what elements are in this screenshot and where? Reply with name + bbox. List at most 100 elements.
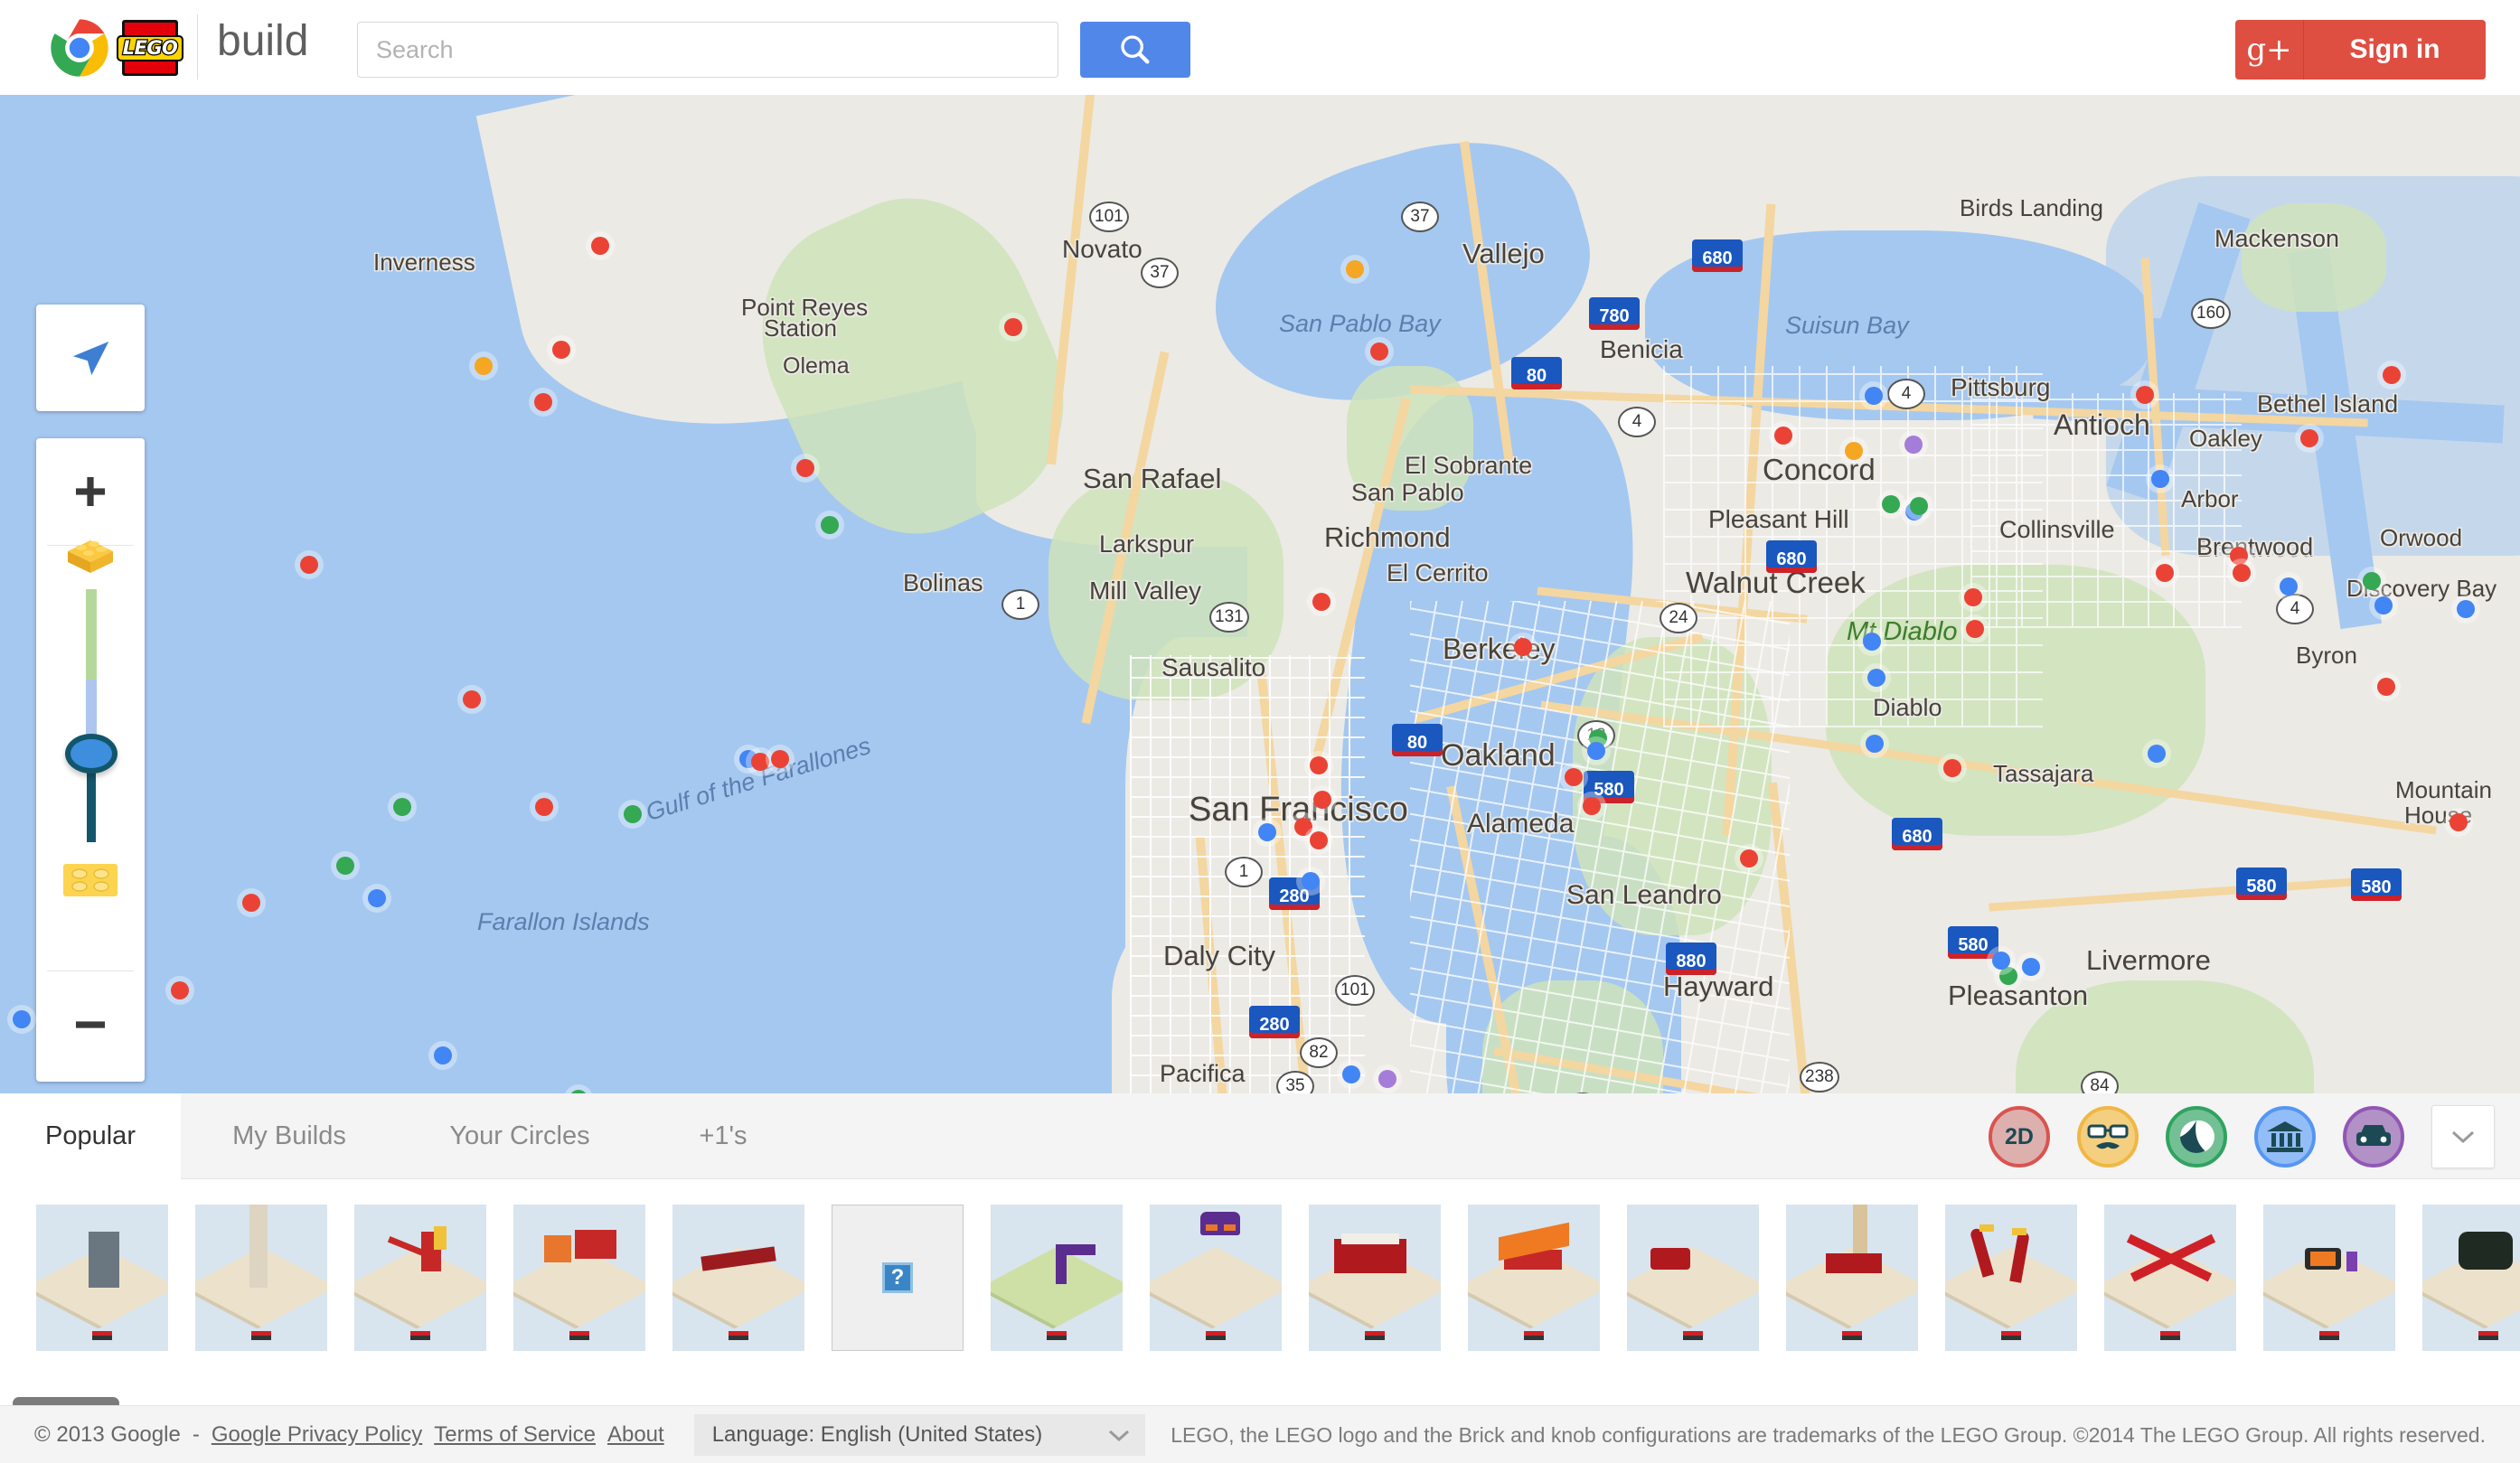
build-thumbnail[interactable]: [1945, 1205, 2077, 1351]
build-thumbnail[interactable]: [354, 1205, 486, 1351]
build-marker[interactable]: [2377, 678, 2395, 696]
build-marker[interactable]: [1587, 742, 1605, 760]
build-marker[interactable]: [2148, 745, 2166, 763]
build-thumbnail[interactable]: [1150, 1205, 1282, 1351]
build-marker[interactable]: [1865, 387, 1883, 405]
build-marker[interactable]: [368, 889, 386, 907]
build-marker[interactable]: [1943, 759, 1961, 777]
build-marker[interactable]: [1904, 436, 1923, 454]
build-marker[interactable]: [1310, 831, 1328, 849]
build-thumbnail[interactable]: [2104, 1205, 2236, 1351]
build-marker[interactable]: [1342, 1065, 1360, 1083]
build-marker[interactable]: [1004, 318, 1022, 336]
map-canvas[interactable]: Inverness Novato Point Reyes Station Olema Va…: [0, 95, 2520, 1093]
build-marker[interactable]: [1910, 497, 1928, 515]
build-marker[interactable]: [242, 894, 260, 912]
sign-in-button[interactable]: g+ Sign in: [2235, 20, 2486, 80]
locate-me-button[interactable]: [36, 305, 145, 411]
build-marker[interactable]: [1346, 260, 1364, 278]
terms-of-service-link[interactable]: Terms of Service: [434, 1422, 596, 1448]
tab-your-circles[interactable]: Your Circles: [398, 1093, 642, 1179]
build-marker[interactable]: [1966, 620, 1984, 638]
search-button[interactable]: [1080, 22, 1190, 78]
build-marker[interactable]: [2280, 577, 2298, 596]
build-marker[interactable]: [2156, 564, 2174, 582]
build-marker[interactable]: [534, 393, 552, 411]
build-marker[interactable]: [1863, 633, 1881, 651]
build-thumbnail[interactable]: [991, 1205, 1123, 1351]
build-marker[interactable]: [1294, 818, 1312, 836]
build-marker[interactable]: [591, 237, 609, 255]
vehicle-badge[interactable]: [2343, 1106, 2404, 1168]
build-thumbnail[interactable]: [1468, 1205, 1600, 1351]
2d-badge[interactable]: 2D: [1989, 1106, 2050, 1168]
build-marker[interactable]: [1867, 669, 1885, 687]
build-thumbnail[interactable]: [1786, 1205, 1918, 1351]
build-marker[interactable]: [2230, 547, 2248, 565]
search-input[interactable]: [357, 22, 1058, 78]
build-marker[interactable]: [2449, 813, 2468, 831]
build-thumbnail[interactable]: ?: [832, 1205, 964, 1351]
expand-categories-button[interactable]: [2431, 1105, 2495, 1168]
build-marker[interactable]: [1999, 967, 2017, 985]
privacy-policy-link[interactable]: Google Privacy Policy: [212, 1422, 422, 1448]
build-marker[interactable]: [2383, 366, 2401, 384]
builds-thumbnail-strip[interactable]: ?: [0, 1179, 2520, 1392]
slider-handle[interactable]: [65, 734, 118, 774]
people-badge[interactable]: [2077, 1106, 2139, 1168]
build-marker[interactable]: [1845, 442, 1863, 460]
build-marker[interactable]: [1370, 342, 1388, 361]
build-marker[interactable]: [2233, 564, 2251, 582]
detail-level-slider[interactable]: [36, 540, 145, 971]
leisure-badge[interactable]: [2166, 1106, 2227, 1168]
build-marker[interactable]: [2136, 386, 2154, 404]
build-marker[interactable]: [463, 690, 481, 708]
build-thumbnail[interactable]: [195, 1205, 327, 1351]
build-marker[interactable]: [300, 556, 318, 574]
build-marker[interactable]: [336, 857, 354, 875]
build-thumbnail[interactable]: [513, 1205, 645, 1351]
build-marker[interactable]: [2363, 572, 2381, 590]
build-marker[interactable]: [393, 798, 411, 816]
build-marker[interactable]: [821, 516, 839, 534]
build-thumbnail[interactable]: [2263, 1205, 2395, 1351]
build-marker[interactable]: [1583, 797, 1601, 815]
build-marker[interactable]: [2022, 958, 2040, 976]
build-marker[interactable]: [2151, 470, 2169, 488]
build-marker[interactable]: [1514, 638, 1532, 656]
build-marker[interactable]: [475, 357, 493, 375]
build-marker[interactable]: [1313, 791, 1331, 809]
build-marker[interactable]: [552, 341, 570, 359]
build-marker[interactable]: [796, 459, 814, 477]
build-marker[interactable]: [1312, 593, 1331, 611]
build-marker[interactable]: [2457, 600, 2475, 618]
build-marker[interactable]: [1774, 427, 1792, 445]
build-thumbnail[interactable]: [2422, 1205, 2520, 1351]
about-link[interactable]: About: [607, 1422, 664, 1448]
build-marker[interactable]: [434, 1046, 452, 1064]
build-marker[interactable]: [1866, 735, 1884, 753]
build-marker[interactable]: [2374, 596, 2393, 614]
build-marker[interactable]: [1740, 849, 1758, 867]
zoom-in-button[interactable]: [36, 438, 145, 545]
build-thumbnail[interactable]: [1309, 1205, 1441, 1351]
build-marker[interactable]: [1992, 952, 2010, 970]
civic-badge[interactable]: [2254, 1106, 2316, 1168]
build-marker[interactable]: [1882, 495, 1900, 513]
build-marker[interactable]: [1378, 1070, 1396, 1088]
build-marker[interactable]: [13, 1010, 31, 1028]
build-marker[interactable]: [171, 981, 189, 999]
zoom-out-button[interactable]: [36, 971, 145, 1078]
build-thumbnail[interactable]: [672, 1205, 804, 1351]
zoom-control-panel[interactable]: [36, 438, 145, 1082]
build-thumbnail[interactable]: [36, 1205, 168, 1351]
build-thumbnail[interactable]: [1627, 1205, 1759, 1351]
build-marker[interactable]: [751, 753, 769, 771]
language-selector[interactable]: Language: English (United States): [693, 1414, 1146, 1456]
build-marker[interactable]: [771, 750, 789, 768]
tab-popular[interactable]: Popular: [0, 1093, 181, 1179]
build-marker[interactable]: [1258, 823, 1276, 841]
build-marker[interactable]: [1565, 768, 1583, 786]
build-marker[interactable]: [624, 805, 642, 823]
build-marker[interactable]: [1310, 756, 1328, 774]
